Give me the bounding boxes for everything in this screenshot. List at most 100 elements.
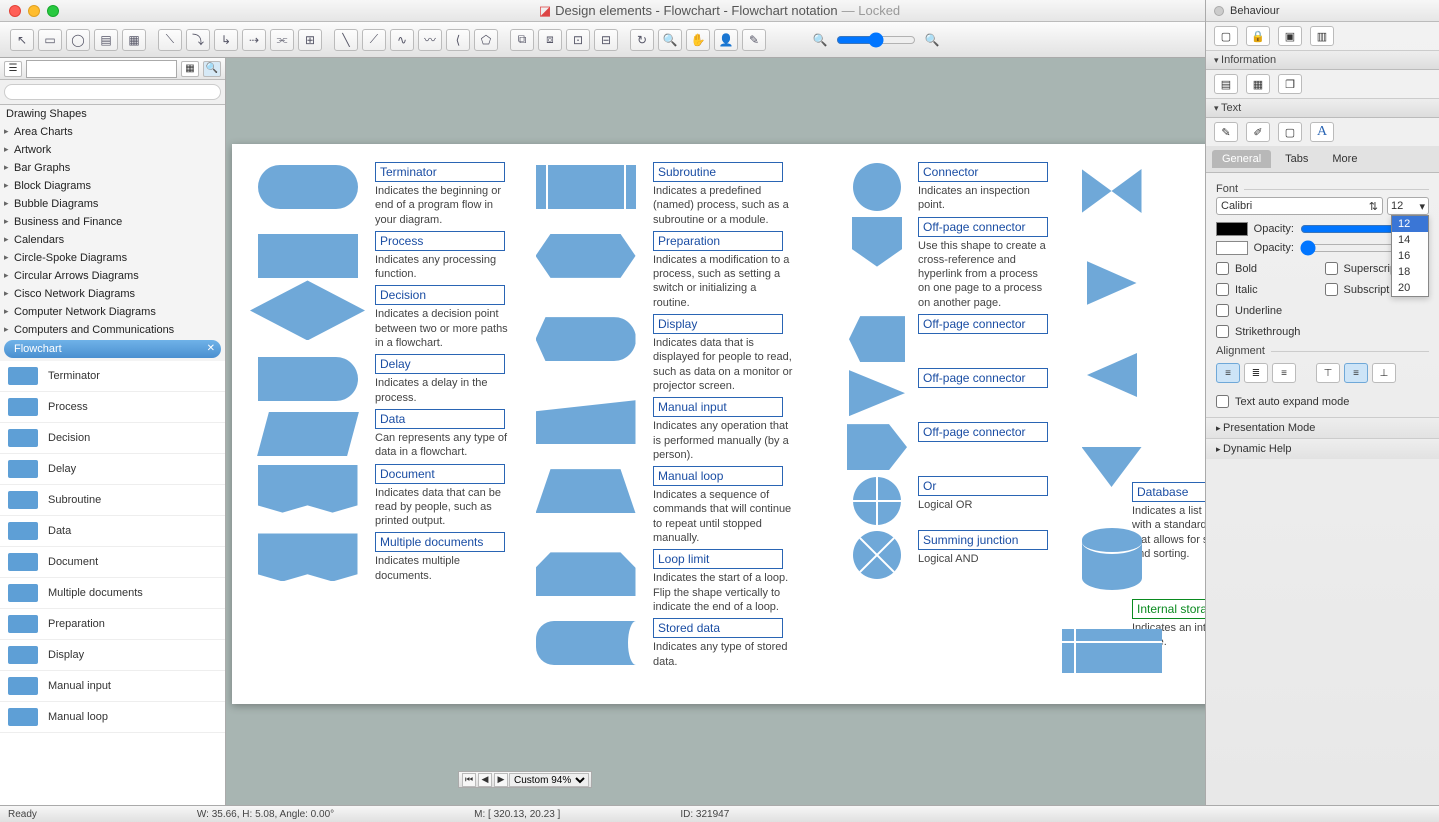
ellipse-tool-icon[interactable]: ◯ — [66, 29, 90, 51]
font-family-select[interactable]: Calibri⇅ — [1216, 197, 1383, 215]
group1-icon[interactable]: ⧉ — [510, 29, 534, 51]
italic-check[interactable]: Italic — [1216, 283, 1321, 296]
size-option[interactable]: 14 — [1392, 232, 1428, 248]
behave-icon3[interactable]: ▣ — [1278, 26, 1302, 46]
shape-title[interactable]: Connector — [918, 162, 1048, 182]
group2-icon[interactable]: ⧈ — [538, 29, 562, 51]
shape-title[interactable]: Document — [375, 464, 505, 484]
zoom-out-icon[interactable]: 🔍 — [808, 29, 832, 51]
connector1-icon[interactable]: ⟍ — [158, 29, 182, 51]
line1-icon[interactable]: ╲ — [334, 29, 358, 51]
merge-shape[interactable] — [1087, 261, 1137, 305]
flowchart-shape[interactable] — [853, 531, 901, 579]
flowchart-shape[interactable] — [258, 533, 358, 581]
poly-icon[interactable]: ⬠ — [474, 29, 498, 51]
align-left-icon[interactable]: ≡ — [1216, 363, 1240, 383]
close-icon[interactable]: ✕ — [207, 343, 215, 354]
flowchart-shape[interactable] — [258, 234, 358, 278]
shape-title[interactable]: Summing junction — [918, 530, 1048, 550]
shape-title[interactable]: Display — [653, 314, 783, 334]
zoom-select[interactable]: Custom 94% — [509, 773, 589, 787]
presentation-mode-toggle[interactable]: Presentation Mode — [1206, 417, 1439, 438]
rect-tool-icon[interactable]: ▭ — [38, 29, 62, 51]
shape-title[interactable]: Off-page connector — [918, 422, 1048, 442]
flowchart-shape[interactable] — [536, 469, 636, 513]
table-tool-icon[interactable]: ▦ — [122, 29, 146, 51]
text-style2-icon[interactable]: ✐ — [1246, 122, 1270, 142]
next-page-icon[interactable]: ▶ — [494, 773, 508, 787]
align-center-icon[interactable]: ≣ — [1244, 363, 1268, 383]
shape-title[interactable]: Data — [375, 409, 505, 429]
flowchart-shape[interactable] — [258, 357, 358, 401]
close-icon[interactable] — [9, 5, 21, 17]
shape-title[interactable]: Off-page connector — [918, 314, 1048, 334]
tree-item[interactable]: Artwork — [0, 141, 225, 159]
flowchart-shape[interactable] — [847, 424, 907, 470]
font-a-icon[interactable]: A — [1310, 122, 1334, 142]
tab-tabs[interactable]: Tabs — [1275, 150, 1318, 168]
underline-check[interactable]: Underline — [1216, 304, 1321, 317]
info-icon2[interactable]: ▦ — [1246, 74, 1270, 94]
shape-title[interactable]: Multiple documents — [375, 532, 505, 552]
shape-title[interactable]: Stored data — [653, 618, 783, 638]
tab-more[interactable]: More — [1322, 150, 1367, 168]
flowchart-shape[interactable] — [849, 316, 905, 362]
palette-item[interactable]: Multiple documents — [0, 578, 225, 609]
flowchart-shape[interactable] — [258, 465, 358, 513]
search-input[interactable] — [4, 84, 221, 100]
internal-storage-shape[interactable] — [1062, 629, 1162, 673]
grid-view-icon[interactable]: ▦ — [181, 61, 199, 77]
tree-item[interactable]: Area Charts — [0, 123, 225, 141]
zoom-icon[interactable]: 🔍 — [658, 29, 682, 51]
valign-mid-icon[interactable]: ≡ — [1344, 363, 1368, 383]
size-option[interactable]: 20 — [1392, 280, 1428, 296]
connector4-icon[interactable]: ⇢ — [242, 29, 266, 51]
palette-item[interactable]: Display — [0, 640, 225, 671]
text-box-icon[interactable]: ▢ — [1278, 122, 1302, 142]
flowchart-shape[interactable] — [853, 477, 901, 525]
flowchart-shape[interactable] — [849, 370, 905, 416]
palette-item[interactable]: Process — [0, 392, 225, 423]
shape-title[interactable]: Terminator — [375, 162, 505, 182]
palette-item[interactable]: Manual loop — [0, 702, 225, 733]
first-page-icon[interactable]: ⏮ — [462, 773, 476, 787]
shape-title[interactable]: Off-page connector — [918, 217, 1048, 237]
person-icon[interactable]: 👤 — [714, 29, 738, 51]
tree-item[interactable]: Calendars — [0, 231, 225, 249]
connector3-icon[interactable]: ↳ — [214, 29, 238, 51]
shape-title[interactable]: Manual loop — [653, 466, 783, 486]
tree-item[interactable]: Circular Arrows Diagrams — [0, 267, 225, 285]
connector5-icon[interactable]: ⫘ — [270, 29, 294, 51]
maximize-icon[interactable] — [47, 5, 59, 17]
flowchart-shape[interactable] — [258, 165, 358, 209]
text-tool-icon[interactable]: ▤ — [94, 29, 118, 51]
flowchart-shape[interactable] — [536, 552, 636, 596]
palette-item[interactable]: Document — [0, 547, 225, 578]
group4-icon[interactable]: ⊟ — [594, 29, 618, 51]
flowchart-shape[interactable] — [853, 163, 901, 211]
shape-title[interactable]: Off-page connector — [918, 368, 1048, 388]
palette-item[interactable]: Subroutine — [0, 485, 225, 516]
shape-title[interactable]: Subroutine — [653, 162, 783, 182]
curve2-icon[interactable]: 〰 — [418, 29, 442, 51]
curve1-icon[interactable]: ∿ — [390, 29, 414, 51]
sort-shape[interactable] — [1082, 169, 1142, 213]
tree-item[interactable]: Circle-Spoke Diagrams — [0, 249, 225, 267]
tree-item[interactable]: Block Diagrams — [0, 177, 225, 195]
minimize-icon[interactable] — [28, 5, 40, 17]
shape-title[interactable]: Decision — [375, 285, 505, 305]
tree-item[interactable]: Bar Graphs — [0, 159, 225, 177]
font-size-select[interactable]: 12▾ 1214161820 — [1387, 197, 1429, 215]
refresh-icon[interactable]: ↻ — [630, 29, 654, 51]
hand-icon[interactable]: ✋ — [686, 29, 710, 51]
shape-title[interactable]: Process — [375, 231, 505, 251]
bold-check[interactable]: Bold — [1216, 262, 1321, 275]
tab-general[interactable]: General — [1212, 150, 1271, 168]
line2-icon[interactable]: ⟋ — [362, 29, 386, 51]
flowchart-shape[interactable] — [536, 400, 636, 444]
size-option[interactable]: 12 — [1392, 216, 1428, 232]
information-header[interactable]: Information — [1206, 50, 1439, 70]
behave-icon4[interactable]: ▥ — [1310, 26, 1334, 46]
group3-icon[interactable]: ⊡ — [566, 29, 590, 51]
palette-item[interactable]: Delay — [0, 454, 225, 485]
